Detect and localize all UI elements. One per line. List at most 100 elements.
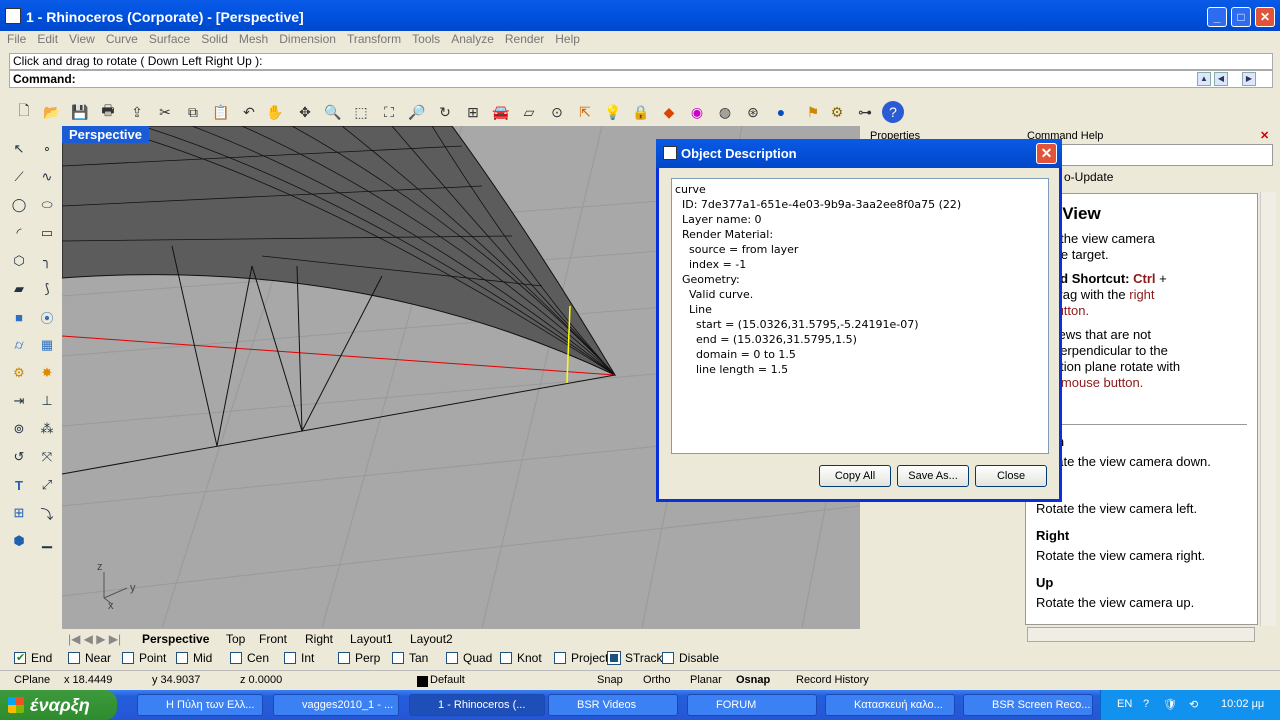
- new-file-icon[interactable]: 🗋: [13, 101, 35, 123]
- print-icon[interactable]: 🖶: [97, 101, 119, 123]
- paste-icon[interactable]: 📋: [210, 101, 232, 123]
- osnap-int-checkbox[interactable]: [284, 652, 296, 664]
- scale-icon[interactable]: ⤧: [36, 446, 58, 468]
- record-history-toggle[interactable]: Record History: [796, 674, 869, 686]
- dimension-icon[interactable]: ⤢: [36, 474, 58, 496]
- zoom-extents-icon[interactable]: ⛶: [378, 101, 400, 123]
- osnap-strack-checkbox[interactable]: [607, 651, 621, 665]
- render-box-icon[interactable]: ⬢: [8, 530, 30, 552]
- start-button[interactable]: έναρξη: [0, 690, 117, 720]
- dialog-close-icon[interactable]: ✕: [1036, 143, 1057, 164]
- task-firefox-1[interactable]: Η Πύλη των Ελλ...: [137, 694, 263, 716]
- cplane-icon[interactable]: ▱: [518, 101, 540, 123]
- task-bsr-screen-recorder[interactable]: BSR Screen Reco...: [963, 694, 1093, 716]
- menu-analyze[interactable]: Analyze: [447, 31, 498, 48]
- four-views-icon[interactable]: ⊞: [462, 101, 484, 123]
- ungroup-icon[interactable]: ⁂: [36, 418, 58, 440]
- tab-layout1[interactable]: Layout1: [350, 632, 393, 646]
- point-icon[interactable]: ∘: [36, 138, 58, 160]
- move-view-icon[interactable]: ✥: [294, 101, 316, 123]
- scroll-left-icon[interactable]: ◀: [1214, 72, 1228, 86]
- offset-icon[interactable]: ⟆: [36, 278, 58, 300]
- network-tray-icon[interactable]: ⟲: [1189, 698, 1198, 711]
- group-icon[interactable]: ⊚: [8, 418, 30, 440]
- dialog-close-button[interactable]: Close: [975, 465, 1047, 487]
- help-link[interactable]: right: [1129, 287, 1154, 302]
- surface-icon[interactable]: ▰: [8, 278, 30, 300]
- select-arrow-icon[interactable]: ↖: [8, 138, 30, 160]
- curve-icon[interactable]: ∿: [36, 166, 58, 188]
- help-tray-icon[interactable]: ?: [1143, 698, 1149, 710]
- tab-top[interactable]: Top: [226, 632, 245, 646]
- menu-edit[interactable]: Edit: [33, 31, 62, 48]
- osnap-quad-checkbox[interactable]: [446, 652, 458, 664]
- block-icon[interactable]: ⊞: [8, 502, 30, 524]
- mesh-icon[interactable]: ▦: [36, 334, 58, 356]
- menu-help[interactable]: Help: [551, 31, 584, 48]
- rotate-icon[interactable]: ↺: [8, 446, 30, 468]
- tab-perspective[interactable]: Perspective: [142, 632, 209, 646]
- osnap-toggle[interactable]: Osnap: [736, 674, 770, 686]
- minimize-button[interactable]: _: [1207, 7, 1227, 27]
- move-icon[interactable]: ⇥: [8, 390, 30, 412]
- rhino-app-icon[interactable]: [5, 8, 21, 24]
- explode-icon[interactable]: ✸: [36, 362, 58, 384]
- maximize-button[interactable]: □: [1231, 7, 1251, 27]
- osnap-knot-checkbox[interactable]: [500, 652, 512, 664]
- help-icon[interactable]: ?: [882, 101, 904, 123]
- close-button[interactable]: ✕: [1255, 7, 1275, 27]
- options-gear-icon[interactable]: ⚙: [826, 101, 848, 123]
- menu-surface[interactable]: Surface: [145, 31, 194, 48]
- osnap-cen-checkbox[interactable]: [230, 652, 242, 664]
- scroll-right-icon[interactable]: ▶: [1242, 72, 1256, 86]
- task-bsr-videos[interactable]: BSR Videos: [548, 694, 678, 716]
- snap-toggle[interactable]: Snap: [597, 674, 623, 686]
- boolean-icon[interactable]: ⦿: [36, 306, 58, 328]
- menu-file[interactable]: File: [3, 31, 30, 48]
- osnap-point-checkbox[interactable]: [122, 652, 134, 664]
- object-description-text[interactable]: curve ID: 7de377a1-651e-4e03-9b9a-3aa2ee…: [671, 178, 1049, 454]
- cylinder-icon[interactable]: ⌭: [8, 334, 30, 356]
- fillet-icon[interactable]: ╮: [36, 250, 58, 272]
- light-bulb-icon[interactable]: 💡: [602, 101, 624, 123]
- save-as-button[interactable]: Save As...: [897, 465, 969, 487]
- tab-right[interactable]: Right: [305, 632, 333, 646]
- menu-render[interactable]: Render: [501, 31, 548, 48]
- help-search-field[interactable]: [1052, 144, 1273, 166]
- color-wheel-icon[interactable]: ◉: [686, 101, 708, 123]
- polyline-icon[interactable]: ⟋: [8, 166, 30, 188]
- box-icon[interactable]: ■: [8, 306, 30, 328]
- menu-curve[interactable]: Curve: [102, 31, 142, 48]
- tab-front[interactable]: Front: [259, 632, 287, 646]
- tab-layout2[interactable]: Layout2: [410, 632, 453, 646]
- project-icon[interactable]: ⤵: [36, 502, 58, 524]
- ortho-toggle[interactable]: Ortho: [643, 674, 671, 686]
- menu-transform[interactable]: Transform: [343, 31, 405, 48]
- osnap-disable-checkbox[interactable]: [662, 652, 674, 664]
- ruler-icon[interactable]: ▁: [36, 530, 58, 552]
- viewport-title[interactable]: Perspective: [62, 126, 149, 143]
- task-forum[interactable]: FORUM: [687, 694, 817, 716]
- command-input[interactable]: Command:: [9, 70, 1273, 88]
- planar-toggle[interactable]: Planar: [690, 674, 722, 686]
- render-sphere-icon[interactable]: ●: [770, 101, 792, 123]
- rotate-view-icon[interactable]: ↻: [434, 101, 456, 123]
- osnap-near-checkbox[interactable]: [68, 652, 80, 664]
- point-snap-icon[interactable]: ⊙: [546, 101, 568, 123]
- help-hscrollbar[interactable]: [1027, 627, 1255, 642]
- ellipse-icon[interactable]: ⬭: [36, 194, 58, 216]
- osnap-perp-checkbox[interactable]: [338, 652, 350, 664]
- array-icon[interactable]: ⊥: [36, 390, 58, 412]
- zoom-window-icon[interactable]: ⬚: [350, 101, 372, 123]
- circle-icon[interactable]: ◯: [8, 194, 30, 216]
- osnap-tan-checkbox[interactable]: [392, 652, 404, 664]
- transform-gear-icon[interactable]: ⚙: [8, 362, 30, 384]
- task-firefox-2[interactable]: vagges2010_1 - ...: [273, 694, 399, 716]
- edit-layers-icon[interactable]: ◆: [658, 101, 680, 123]
- language-indicator[interactable]: EN: [1117, 698, 1132, 710]
- arc-icon[interactable]: ◜: [8, 222, 30, 244]
- zoom-selected-icon[interactable]: 🔎: [406, 101, 428, 123]
- export-icon[interactable]: ⇪: [126, 101, 148, 123]
- current-layer[interactable]: Default: [430, 674, 465, 686]
- help-scrollbar[interactable]: [1260, 192, 1276, 626]
